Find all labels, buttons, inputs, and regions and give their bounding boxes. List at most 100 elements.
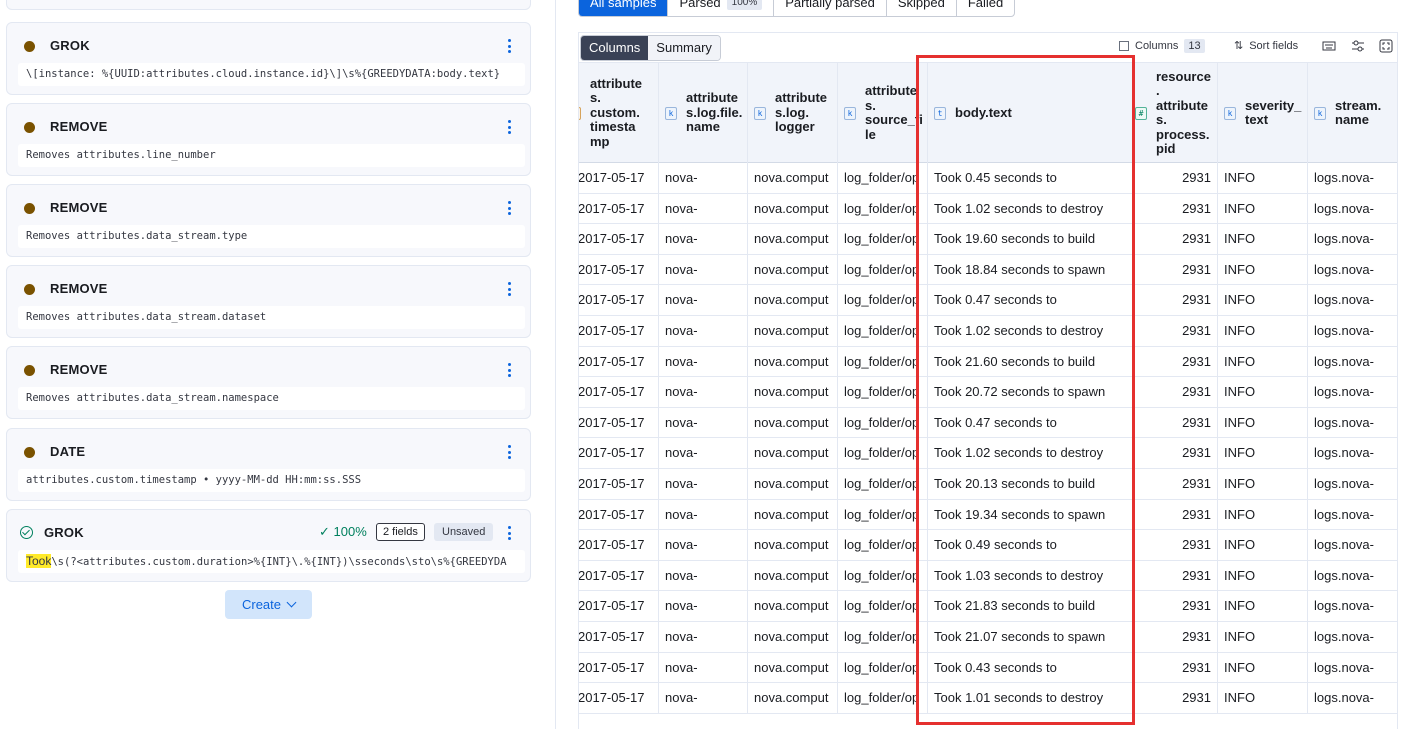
cell-log-logger: nova.comput [748,254,838,285]
column-header-stream-name[interactable]: k stream. name [1308,63,1397,163]
kebab-menu-icon[interactable] [504,200,514,216]
cell-source-file: log_folder/op [838,499,928,530]
header-label: attribute s.log.file. name [686,90,743,135]
kebab-menu-icon[interactable] [504,119,514,135]
table-row[interactable]: 2017-05-17 nova-nova.comput log_folder/op T… [579,499,1397,531]
table-row[interactable]: 2017-05-17 nova-nova.comput log_folder/op T… [579,469,1397,500]
column-header-body-text[interactable]: t body.text [928,63,1135,163]
cell-timestamp: 2017-05-17 [579,316,659,346]
cell-timestamp: 2017-05-17 [579,193,659,224]
cell-severity: INFO [1218,652,1308,683]
header-label: attribute s. source_fi le [865,83,923,142]
cell-process-pid: 2931 [1135,285,1218,316]
processor-step-remove[interactable]: REMOVE Removes attributes.line_number [6,103,531,176]
step-title: GROK [50,38,90,53]
tab-summary[interactable]: Summary [648,36,720,60]
table-row[interactable]: 2017-05-17 nova-nova.comput log_folder/op T… [579,560,1397,592]
cell-log-logger: nova.comput [748,591,838,622]
filter-partially-parsed[interactable]: Partially parsed [774,0,887,16]
table-row[interactable]: 2017-05-17 nova-nova.comput log_folder/op T… [579,683,1397,714]
cell-log-logger: nova.comput [748,499,838,530]
table-row[interactable]: 2017-05-17 nova-nova.comput log_folder/op T… [579,622,1397,653]
column-header-severity-text[interactable]: k severity_ text [1218,63,1308,163]
table-row[interactable]: 2017-05-17 nova-nova.comput log_folder/op T… [579,346,1397,378]
filter-skipped[interactable]: Skipped [887,0,957,16]
cell-log-file-name: nova- [659,622,748,652]
cell-source-file: log_folder/op [838,407,928,438]
cell-severity: INFO [1218,560,1308,591]
grok-pattern-input[interactable]: Took\s(?<attributes.custom.duration>%{IN… [18,550,525,573]
check-circle-icon [20,526,33,539]
cell-timestamp: 2017-05-17 [579,407,659,438]
cell-stream-name: logs.nova- [1308,530,1397,560]
kebab-menu-icon[interactable] [504,525,514,541]
cell-body-text: Took 1.02 seconds to destroy [928,193,1135,224]
cell-severity: INFO [1218,163,1308,193]
table-row[interactable]: 2017-05-17 nova-nova.comput log_folder/op T… [579,407,1397,439]
table-row[interactable]: 2017-05-17 nova-nova.comput log_folder/op T… [579,224,1397,255]
cell-source-file: log_folder/op [838,683,928,714]
table-row[interactable]: 2017-05-17 nova-nova.comput log_folder/op T… [579,193,1397,225]
step-description: Removes attributes.data_stream.type [18,225,525,248]
columns-selector-button[interactable]: Columns 13 [1119,39,1205,53]
kebab-menu-icon[interactable] [504,281,514,297]
cell-severity: INFO [1218,224,1308,255]
cell-timestamp: 2017-05-17 [579,346,659,377]
column-header-log-logger[interactable]: k attribute s.log. logger [748,63,838,163]
cell-log-file-name: nova- [659,254,748,285]
number-field-icon: # [1135,106,1147,120]
cell-log-logger: nova.comput [748,193,838,224]
cell-timestamp: 2017-05-17 [579,683,659,714]
processor-step-remove[interactable]: REMOVE Removes attributes.data_stream.ty… [6,184,531,257]
header-label: body.text [955,104,1012,120]
cell-timestamp: 2017-05-17 [579,530,659,561]
status-dot-icon [24,447,35,458]
cell-body-text: Took 1.02 seconds to destroy [928,316,1135,346]
tab-columns[interactable]: Columns [581,36,649,60]
sort-fields-button[interactable]: ⇅ Sort fields [1234,39,1298,53]
processor-step-remove[interactable]: REMOVE Removes attributes.data_stream.da… [6,265,531,338]
fullscreen-icon[interactable] [1379,39,1393,53]
cell-log-file-name: nova- [659,407,748,438]
column-header-timestamp[interactable]: ◷ attribute s. custom. timesta mp [579,63,659,163]
processor-step-remove[interactable]: REMOVE Removes attributes.data_stream.na… [6,346,531,419]
table-row[interactable]: 2017-05-17 nova-nova.comput log_folder/op T… [579,530,1397,561]
cell-source-file: log_folder/op [838,224,928,255]
column-header-log-file-name[interactable]: k attribute s.log.file. name [659,63,748,163]
kebab-menu-icon[interactable] [504,444,514,460]
column-header-process-pid[interactable]: # resource . attribute s. process. pid [1135,63,1218,163]
cell-process-pid: 2931 [1135,407,1218,438]
table-row[interactable]: 2017-05-17 nova-nova.comput log_folder/op T… [579,316,1397,347]
table-row[interactable]: 2017-05-17 nova-nova.comput log_folder/op T… [579,285,1397,316]
create-button-label: Create [241,597,282,612]
filter-all-samples[interactable]: All samples [579,0,669,16]
kebab-menu-icon[interactable] [504,362,514,378]
cell-stream-name: logs.nova- [1308,316,1397,346]
cell-process-pid: 2931 [1135,469,1218,499]
cell-source-file: log_folder/op [838,469,928,499]
processor-step-grok-active[interactable]: GROK ✓ 100% 2 fields Unsaved Took\s(?<at… [6,509,531,582]
processor-step-grok[interactable]: GROK \[instance: %{UUID:attributes.cloud… [6,22,531,95]
cell-log-file-name: nova- [659,683,748,714]
table-row[interactable]: 2017-05-17 nova-nova.comput log_folder/op T… [579,591,1397,622]
table-row[interactable]: 2017-05-17 nova-nova.comput log_folder/op T… [579,438,1397,469]
column-header-source-file[interactable]: k attribute s. source_fi le [838,63,928,163]
create-button[interactable]: Create [225,590,312,619]
filter-parsed[interactable]: Parsed 100% [668,0,775,16]
cell-body-text: Took 0.47 seconds to [928,407,1135,438]
kebab-menu-icon[interactable] [504,38,514,54]
cell-process-pid: 2931 [1135,346,1218,377]
filter-failed[interactable]: Failed [957,0,1014,16]
table-row[interactable]: 2017-05-17 nova-nova.comput log_folder/op T… [579,652,1397,684]
table-row[interactable]: 2017-05-17 nova-nova.comput log_folder/op T… [579,254,1397,286]
cell-severity: INFO [1218,285,1308,316]
table-row[interactable]: 2017-05-17 nova-nova.comput log_folder/op T… [579,163,1397,194]
processor-step-date[interactable]: DATE attributes.custom.timestamp • yyyy-… [6,428,531,501]
display-settings-icon[interactable] [1351,39,1365,53]
cell-severity: INFO [1218,622,1308,652]
cell-stream-name: logs.nova- [1308,622,1397,652]
cell-body-text: Took 18.84 seconds to spawn [928,254,1135,285]
keyboard-icon[interactable] [1322,39,1336,53]
table-row[interactable]: 2017-05-17 nova-nova.comput log_folder/op T… [579,377,1397,408]
cell-timestamp: 2017-05-17 [579,377,659,408]
